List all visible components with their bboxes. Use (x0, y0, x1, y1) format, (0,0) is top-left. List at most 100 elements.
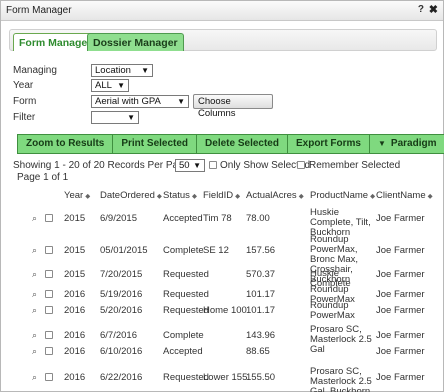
cell-status: Accepted (163, 346, 203, 357)
managing-label: Managing (13, 65, 57, 76)
cell-client-name: Joe Farmer (376, 330, 425, 341)
zoom-to-feature-icon[interactable]: ⌕ (32, 245, 37, 256)
row-select-checkbox[interactable] (45, 290, 53, 298)
per-page-select[interactable]: 50 ▼ (175, 159, 205, 172)
cell-client-name: Joe Farmer (376, 213, 425, 224)
paradigm-button[interactable]: ▼ Paradigm (370, 135, 444, 153)
year-select[interactable]: ALL ▼ (91, 79, 129, 92)
zoom-to-feature-icon[interactable]: ⌕ (32, 372, 37, 383)
dropdown-arrow-icon: ▼ (127, 113, 135, 122)
cell-actual-acres: 143.96 (246, 330, 276, 341)
zoom-to-feature-icon[interactable]: ⌕ (32, 289, 37, 300)
title-bar: Form Manager ? ✖ (1, 1, 443, 21)
cell-status: Accepted (163, 213, 203, 224)
form-row: Form Aerial with GPA ▼ Choose Columns (13, 94, 273, 119)
sort-icon: ◆ (370, 193, 376, 200)
column-label: Year (64, 190, 84, 201)
sort-icon: ◆ (85, 193, 91, 200)
cell-date-ordered: 6/7/2016 (100, 330, 137, 341)
sort-icon: ◆ (298, 193, 304, 200)
column-clientname-header[interactable]: ClientName ◆ (376, 190, 433, 204)
help-icon[interactable]: ? (418, 4, 424, 15)
cell-actual-acres: 101.17 (246, 305, 276, 316)
cell-status: Requested (163, 269, 209, 280)
column-label: ProductName (310, 190, 369, 201)
remember-selected-checkbox[interactable] (297, 161, 305, 169)
zoom-to-feature-icon[interactable]: ⌕ (32, 330, 37, 341)
row-select-checkbox[interactable] (45, 306, 53, 314)
zoom-to-feature-icon[interactable]: ⌕ (32, 346, 37, 357)
row-select-checkbox[interactable] (45, 246, 53, 254)
dropdown-arrow-icon: ▼ (193, 161, 201, 170)
column-fieldid-header[interactable]: FieldID ◆ (203, 190, 240, 204)
column-status-header[interactable]: Status ◆ (163, 190, 197, 204)
cell-date-ordered: 6/10/2016 (100, 346, 143, 357)
cell-status: Complete (163, 245, 204, 256)
caret-down-icon: ▼ (378, 139, 386, 148)
dropdown-arrow-icon: ▼ (141, 66, 149, 75)
tab-strip: Form Manager Dossier Manager (9, 29, 437, 51)
tab-form-manager[interactable]: Form Manager (13, 33, 98, 51)
year-value: ALL (95, 80, 112, 91)
cell-client-name: Joe Farmer (376, 346, 425, 357)
row-select-checkbox[interactable] (45, 373, 53, 381)
cell-date-ordered: 05/01/2015 (100, 245, 148, 256)
zoom-to-feature-icon[interactable]: ⌕ (32, 269, 37, 280)
dropdown-arrow-icon: ▼ (117, 81, 125, 90)
paradigm-label: Paradigm (390, 138, 437, 149)
zoom-to-feature-icon[interactable]: ⌕ (32, 213, 37, 224)
delete-selected-button[interactable]: Delete Selected (197, 135, 288, 153)
print-selected-button[interactable]: Print Selected (113, 135, 198, 153)
cell-year: 2016 (64, 289, 86, 300)
cell-year: 2016 (64, 346, 86, 357)
cell-year: 2016 (64, 330, 86, 341)
choose-columns-button[interactable]: Choose Columns (193, 94, 273, 119)
column-year-header[interactable]: Year ◆ (64, 190, 90, 204)
cell-field-id: Tim 78 (203, 213, 232, 224)
row-select-checkbox[interactable] (45, 331, 53, 339)
column-dateordered-header[interactable]: DateOrdered ◆ (100, 190, 162, 204)
cell-date-ordered: 7/20/2015 (100, 269, 143, 280)
page-info: Page 1 of 1 (17, 172, 69, 183)
zoom-to-results-button[interactable]: Zoom to Results (18, 135, 114, 153)
column-productname-header[interactable]: ProductName ◆ (310, 190, 375, 204)
sort-icon: ◆ (191, 193, 197, 200)
records-summary: Showing 1 - 20 of 20 Records Per Page: (13, 160, 192, 171)
row-select-checkbox[interactable] (45, 347, 53, 355)
cell-product-name: Prosaro SC, Masterlock 2.5 Gal (310, 324, 372, 355)
close-icon[interactable]: ✖ (429, 3, 438, 16)
column-actualacres-header[interactable]: ActualAcres ◆ (246, 190, 304, 204)
column-label: DateOrdered (100, 190, 155, 201)
cell-year: 2016 (64, 372, 86, 383)
cell-actual-acres: 157.56 (246, 245, 276, 256)
window-title: Form Manager (6, 5, 72, 16)
row-select-checkbox[interactable] (45, 214, 53, 222)
column-label: FieldID (203, 190, 234, 201)
cell-product-name: Roundup PowerMax (310, 300, 355, 321)
cell-year: 2015 (64, 213, 86, 224)
managing-select[interactable]: Location ▼ (91, 64, 153, 77)
cell-actual-acres: 78.00 (246, 213, 270, 224)
cell-client-name: Joe Farmer (376, 245, 425, 256)
cell-year: 2015 (64, 269, 86, 280)
row-select-checkbox[interactable] (45, 270, 53, 278)
cell-status: Complete (163, 330, 204, 341)
column-label: Status (163, 190, 190, 201)
cell-product-name: Prosaro SC, Masterlock 2.5 Gal, Buckhorn (310, 366, 372, 392)
zoom-to-feature-icon[interactable]: ⌕ (32, 305, 37, 316)
form-label: Form (13, 96, 37, 107)
only-show-selected-checkbox[interactable] (209, 161, 217, 169)
tab-dossier-manager[interactable]: Dossier Manager (87, 33, 184, 51)
form-select[interactable]: Aerial with GPA ▼ (91, 95, 189, 108)
sort-icon: ◆ (235, 193, 241, 200)
filter-select[interactable]: ▼ (91, 111, 139, 124)
form-value: Aerial with GPA (95, 96, 161, 107)
cell-field-id: Home 100 (203, 305, 247, 316)
export-forms-button[interactable]: Export Forms (287, 135, 370, 153)
cell-client-name: Joe Farmer (376, 305, 425, 316)
paging-bar: Showing 1 - 20 of 20 Records Per Page: 5… (1, 158, 444, 172)
per-page-value: 50 (179, 160, 190, 171)
form-manager-window: Form Manager ? ✖ Form Manager Dossier Ma… (0, 0, 444, 392)
action-toolbar: Zoom to Results Print Selected Delete Se… (17, 134, 444, 154)
filter-label: Filter (13, 112, 36, 123)
